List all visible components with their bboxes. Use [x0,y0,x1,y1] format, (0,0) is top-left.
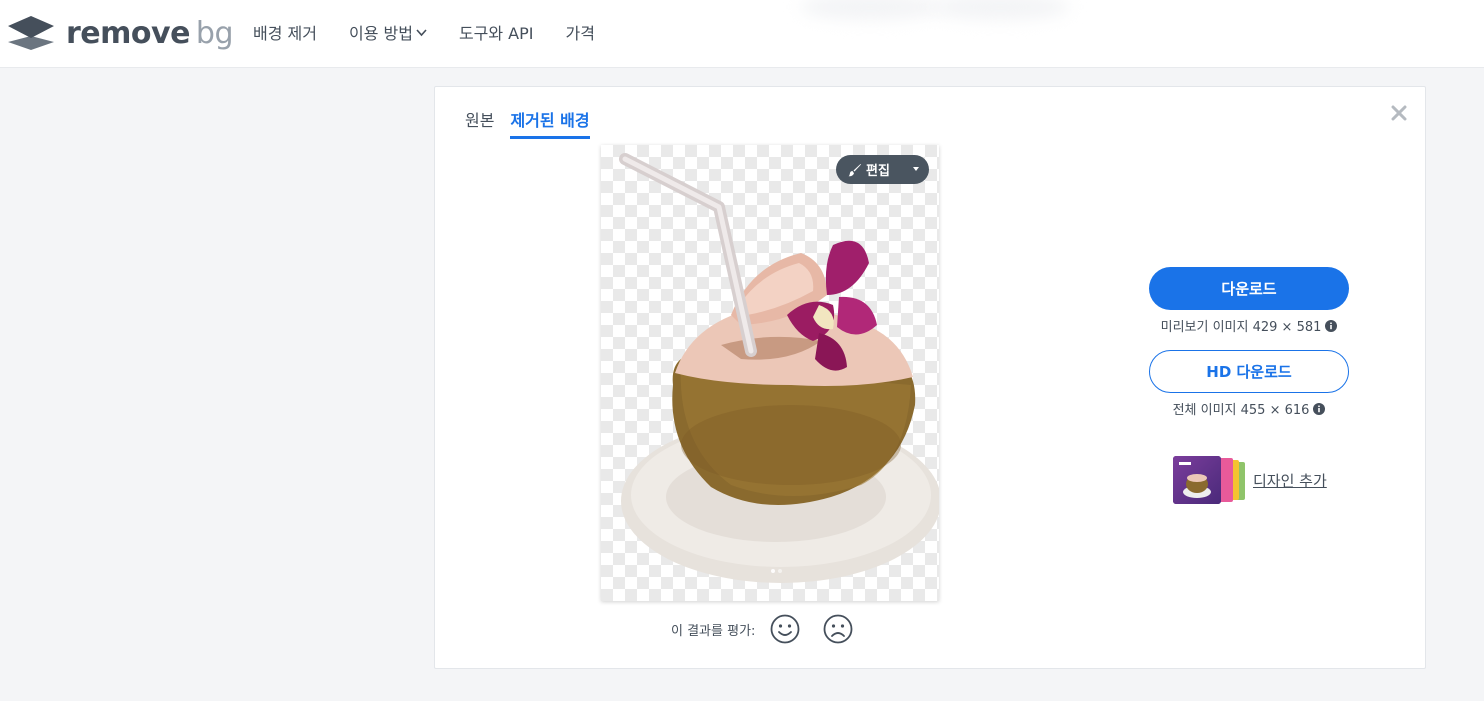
edit-button[interactable]: 편집 [836,155,929,184]
add-design-label: 디자인 추가 [1253,471,1327,490]
carousel-dot[interactable] [778,569,782,573]
result-card: 원본 제거된 배경 편집 이 결과를 평가: 다운로드 미리보기 이미지 429… [434,86,1426,669]
cutout-image [619,153,939,583]
rating-section: 이 결과를 평가: [671,613,875,645]
header-blur-decoration [800,0,940,20]
nav-remove-background[interactable]: 배경 제거 [253,20,317,44]
edit-button-label: 편집 [866,164,890,179]
brush-icon [848,163,861,176]
design-thumbnail-stack [1173,456,1245,504]
tab-original[interactable]: 원본 [465,107,494,139]
result-preview: 편집 [601,145,939,601]
logo-layers-icon [8,16,54,50]
header-blur-decoration [930,0,1070,20]
design-thumbnails [1173,456,1247,504]
info-icon[interactable] [1325,319,1338,332]
carousel-dot[interactable] [771,569,775,573]
main-nav: 배경 제거 이용 방법 도구와 API 가격 [253,0,627,64]
view-tabs: 원본 제거된 배경 [465,107,606,139]
close-icon[interactable] [1387,101,1411,125]
hd-download-info: 전체 이미지 455 × 616 [1149,399,1349,418]
smile-icon[interactable] [769,613,801,645]
download-button[interactable]: 다운로드 [1149,267,1349,310]
hd-download-button[interactable]: HD 다운로드 [1149,350,1349,393]
logo[interactable]: remove bg [8,13,234,53]
nav-pricing[interactable]: 가격 [566,20,595,44]
frown-icon[interactable] [822,613,854,645]
tab-removed-background[interactable]: 제거된 배경 [510,107,590,139]
rating-label: 이 결과를 평가: [671,623,756,639]
top-header: remove bg 배경 제거 이용 방법 도구와 API 가격 [0,0,1484,68]
download-info: 미리보기 이미지 429 × 581 [1149,316,1349,335]
caret-down-icon[interactable] [913,167,919,171]
chevron-down-icon [416,28,427,36]
info-icon[interactable] [1313,402,1326,415]
logo-text: remove bg [66,15,234,51]
carousel-dots [771,569,785,573]
nav-how-to-use[interactable]: 이용 방법 [349,20,427,44]
nav-tools-api[interactable]: 도구와 API [459,20,534,44]
add-design-link[interactable]: 디자인 추가 [1173,456,1327,504]
